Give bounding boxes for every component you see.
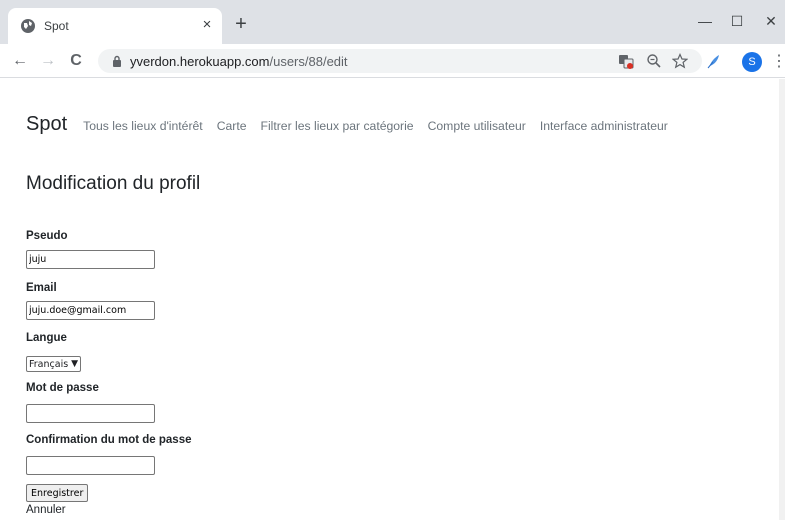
save-button[interactable]: Enregistrer: [26, 484, 89, 502]
nav-link-carte[interactable]: Carte: [217, 119, 247, 133]
chevron-down-icon: ▼: [71, 359, 79, 369]
page-content: Spot Tous les lieux d'intérêt Carte Filt…: [0, 79, 785, 520]
translate-icon[interactable]: [618, 53, 634, 69]
nav-link-admin[interactable]: Interface administrateur: [540, 119, 668, 133]
browser-menu-icon[interactable]: ⋮: [771, 52, 785, 72]
confirm-password-label: Confirmation du mot de passe: [26, 434, 192, 446]
new-tab-button[interactable]: +: [231, 14, 251, 35]
url-text: yverdon.herokuapp.com/users/88/edit: [130, 54, 348, 69]
cancel-link[interactable]: Annuler: [26, 504, 66, 516]
password-input[interactable]: [26, 404, 155, 423]
confirm-password-input[interactable]: [26, 456, 155, 475]
langue-selected-value: Français: [29, 358, 69, 370]
back-button[interactable]: ←: [10, 51, 30, 71]
globe-icon: [21, 19, 35, 33]
minimize-button[interactable]: —: [690, 10, 720, 34]
email-input[interactable]: [26, 301, 155, 320]
profile-avatar[interactable]: S: [742, 52, 762, 72]
url-path: /users/88/edit: [269, 54, 348, 69]
url-host: yverdon.herokuapp.com: [130, 54, 270, 69]
tab-title: Spot: [44, 19, 69, 33]
reload-button[interactable]: C: [66, 51, 86, 71]
close-window-button[interactable]: ✕: [756, 10, 785, 34]
feather-extension-icon[interactable]: [706, 53, 722, 69]
lock-icon: [113, 55, 121, 67]
page-title: Modification du profil: [26, 173, 201, 194]
tab-close-icon[interactable]: ×: [198, 16, 216, 34]
tab-strip: Spot × + — ☐ ✕: [0, 0, 785, 44]
nav-link-lieux[interactable]: Tous les lieux d'intérêt: [83, 119, 203, 133]
langue-select[interactable]: Français ▼: [26, 356, 82, 372]
zoom-icon[interactable]: [646, 53, 662, 69]
forward-button[interactable]: →: [38, 51, 58, 71]
nav-link-compte[interactable]: Compte utilisateur: [428, 119, 526, 133]
maximize-button[interactable]: ☐: [722, 10, 752, 34]
address-bar[interactable]: yverdon.herokuapp.com/users/88/edit: [98, 49, 702, 73]
nav-link-filtrer[interactable]: Filtrer les lieux par catégorie: [261, 119, 414, 133]
site-navbar: Spot Tous les lieux d'intérêt Carte Filt…: [26, 113, 682, 135]
langue-label: Langue: [26, 332, 67, 344]
scrollbar[interactable]: [779, 79, 785, 520]
pseudo-label: Pseudo: [26, 230, 68, 242]
browser-tab[interactable]: Spot ×: [8, 8, 222, 44]
pseudo-input[interactable]: [26, 250, 155, 269]
browser-toolbar: ← → C yverdon.herokuapp.com/users/88/edi…: [0, 44, 785, 78]
email-label: Email: [26, 282, 57, 294]
brand-link[interactable]: Spot: [26, 113, 67, 136]
password-label: Mot de passe: [26, 382, 99, 394]
star-icon[interactable]: [672, 53, 688, 69]
